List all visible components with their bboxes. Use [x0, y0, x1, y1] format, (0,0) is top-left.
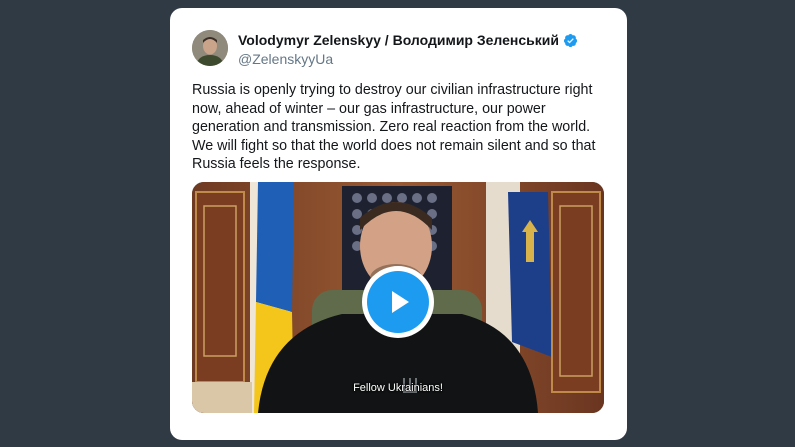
author-name[interactable]: Volodymyr Zelenskyy / Володимир Зеленськ… — [238, 32, 559, 48]
avatar[interactable] — [192, 30, 228, 66]
author-handle[interactable]: @ZelenskyyUa — [238, 51, 333, 67]
tweet-text: Russia is openly trying to destroy our c… — [192, 82, 596, 173]
video-player[interactable]: Fellow Ukrainians! — [192, 182, 604, 413]
verified-badge-icon — [563, 33, 578, 47]
tweet-card[interactable]: Volodymyr Zelenskyy / Володимир Зеленськ… — [170, 8, 627, 440]
play-icon — [392, 291, 409, 313]
play-button[interactable] — [362, 266, 434, 338]
video-caption: Fellow Ukrainians! — [353, 382, 443, 394]
